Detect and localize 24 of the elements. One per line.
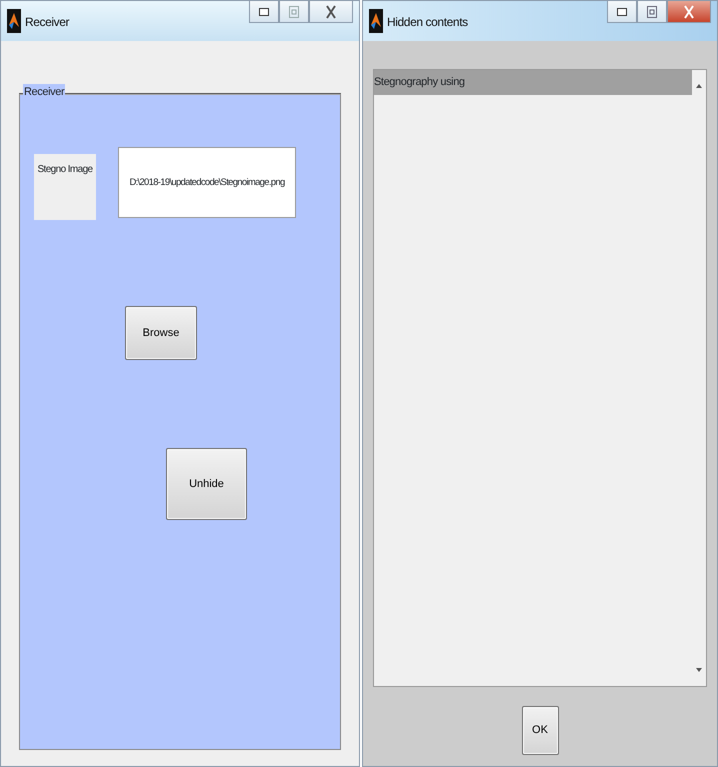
scroll-up-icon — [696, 84, 702, 88]
scroll-down-icon — [696, 668, 702, 672]
maximize-button[interactable] — [637, 1, 667, 23]
minimize-icon — [259, 8, 269, 16]
unhide-button[interactable]: Unhide — [166, 448, 247, 520]
minimize-icon — [617, 8, 627, 16]
window-title: Receiver — [25, 14, 70, 31]
ok-button[interactable]: OK — [522, 706, 558, 755]
app-icon — [369, 9, 383, 33]
window-title: Hidden contents — [387, 14, 468, 31]
app-icon — [7, 9, 21, 33]
browse-button[interactable]: Browse — [125, 306, 197, 360]
list-item[interactable]: Stegnography using — [374, 70, 692, 94]
image-label: Stegno Image — [34, 154, 96, 220]
minimize-button[interactable] — [249, 1, 279, 23]
contents-listbox[interactable]: Stegnography using — [373, 69, 707, 687]
close-button[interactable] — [309, 1, 353, 23]
close-icon — [326, 4, 336, 18]
close-icon — [684, 4, 694, 18]
minimize-button[interactable] — [607, 1, 637, 23]
maximize-icon — [647, 6, 657, 18]
maximize-icon — [289, 6, 299, 18]
path-field[interactable]: D:\2018-19\updatedcode\Stegnoimage.png — [118, 147, 296, 218]
close-button[interactable] — [667, 1, 711, 23]
